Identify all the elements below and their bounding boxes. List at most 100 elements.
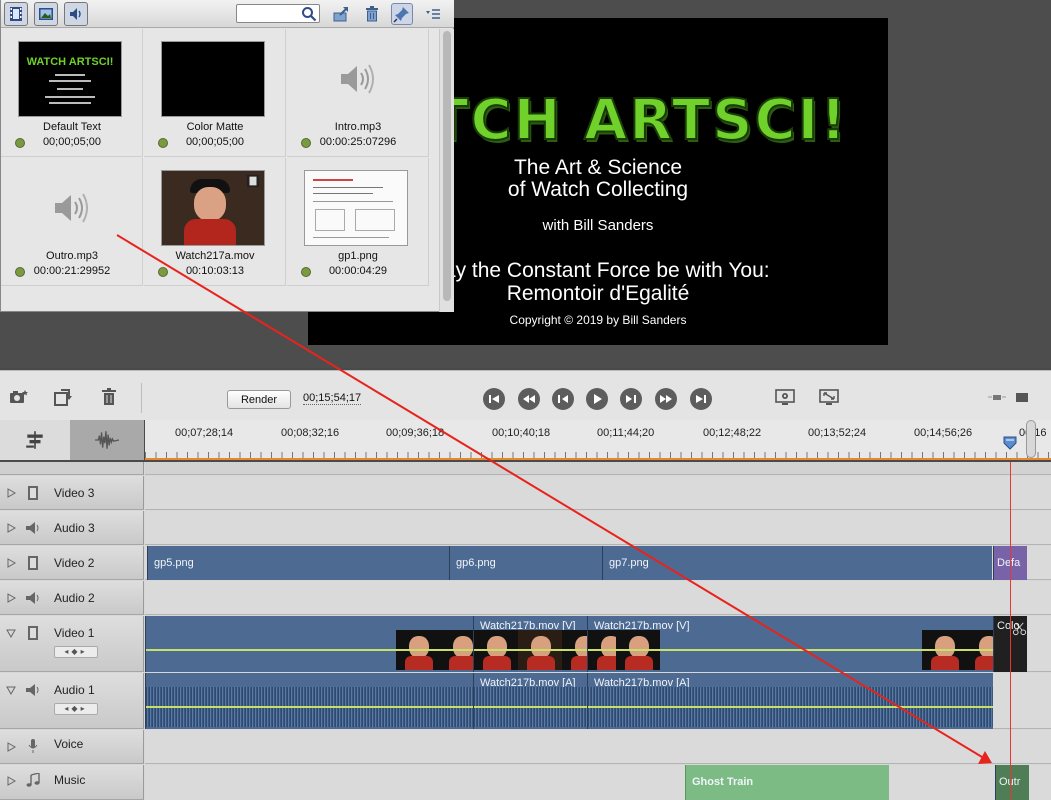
go-to-start-button[interactable]	[483, 388, 505, 410]
timeline-ruler[interactable]: 00;07;28;14 00;08;32;16 00;09;36;18 00;1…	[145, 420, 1051, 460]
rewind-button[interactable]	[518, 388, 540, 410]
image-filter-button[interactable]	[34, 2, 58, 26]
media-item-outro-mp3[interactable]: Outro.mp3 00:00:21:29952	[1, 158, 143, 286]
expand-triangle-icon[interactable]	[6, 558, 16, 568]
lane-audio-3[interactable]	[145, 511, 1051, 545]
ruler-tick-label: 00;11;44;20	[597, 427, 655, 439]
track-view-toggle[interactable]	[0, 420, 70, 460]
expand-triangle-icon[interactable]	[6, 742, 16, 752]
lane-audio-2[interactable]	[145, 581, 1051, 615]
media-item-color-matte[interactable]: Color Matte 00;00;05;00	[144, 29, 286, 157]
search-icon[interactable]	[301, 6, 317, 22]
media-bin-scrollbar[interactable]	[439, 29, 454, 312]
rewind-icon	[523, 395, 535, 403]
media-item-gp1-png[interactable]: gp1.png 00:00:04:29	[287, 158, 429, 286]
current-timecode[interactable]: 00;15;54;17	[303, 392, 362, 405]
speaker-icon	[26, 522, 39, 534]
media-item-name: Color Matte	[186, 121, 244, 133]
expand-triangle-icon[interactable]	[6, 776, 16, 786]
monitor-expand-icon	[819, 389, 839, 405]
media-search-input[interactable]	[240, 6, 304, 24]
keyframe-navigator[interactable]: ◂◆▸	[54, 703, 98, 715]
delete-media-button[interactable]	[361, 3, 383, 25]
playhead-handle[interactable]	[1003, 436, 1017, 450]
trash-icon	[102, 388, 116, 405]
loop-button[interactable]	[52, 387, 74, 407]
step-back-button[interactable]	[552, 388, 574, 410]
pin-button[interactable]	[391, 3, 413, 25]
export-button[interactable]	[330, 3, 352, 25]
clip-gp5[interactable]: gp5.png	[147, 546, 449, 580]
scrollbar-thumb[interactable]	[443, 31, 451, 301]
clip-video-segment[interactable]	[145, 616, 473, 672]
media-thumbnail	[304, 41, 408, 117]
clip-gp6[interactable]: gp6.png	[449, 546, 602, 580]
timeline-toolbar: Render 00;15;54;17	[0, 370, 1051, 420]
track-header-video-1[interactable]: Video 1 ◂◆▸	[0, 616, 144, 672]
scissors-icon[interactable]	[1012, 621, 1027, 636]
media-item-duration: 00:00:04:29	[328, 265, 388, 277]
ruler-tick-label: 00;12;48;22	[703, 427, 762, 439]
trash-icon	[366, 6, 378, 22]
clip-watch217b-a-2[interactable]: Watch217b.mov [A]	[587, 673, 993, 729]
expand-triangle-icon[interactable]	[6, 488, 16, 498]
media-item-watch217a[interactable]: Watch217a.mov 00:10:03:13	[144, 158, 286, 286]
clip-gp7[interactable]: gp7.png	[602, 546, 992, 580]
delete-clip-button[interactable]	[98, 387, 120, 407]
audio-waveform-toggle[interactable]	[70, 420, 144, 460]
lane-video-2[interactable]: gp5.png gp6.png gp7.png Defa	[145, 546, 1051, 580]
filmstrip-icon	[28, 486, 38, 500]
track-header-audio-2[interactable]: Audio 2	[0, 581, 144, 615]
lane-voice[interactable]	[145, 730, 1051, 764]
expand-triangle-icon[interactable]	[6, 523, 16, 533]
audio-filter-button[interactable]	[64, 2, 88, 26]
preview-settings-button[interactable]	[774, 387, 796, 407]
lane-video-1[interactable]: Watch217b.mov [V] Watch217b.mov [V] Colo	[145, 616, 1051, 672]
collapse-triangle-icon[interactable]	[6, 685, 16, 695]
clip-watch217b-a-1[interactable]: Watch217b.mov [A]	[473, 673, 587, 729]
track-header-video-2[interactable]: Video 2	[0, 546, 144, 580]
snapshot-button[interactable]	[8, 387, 30, 407]
track-name: Video 1	[54, 626, 95, 640]
waveform-icon	[95, 431, 120, 449]
track-header-audio-3[interactable]: Audio 3	[0, 511, 144, 545]
track-header-voice[interactable]: Voice	[0, 730, 144, 764]
track-header-video-3[interactable]: Video 3	[0, 476, 144, 510]
lane-audio-1[interactable]: Watch217b.mov [A] Watch217b.mov [A]	[145, 673, 1051, 729]
timeline-zoom-handle[interactable]	[1026, 420, 1036, 458]
clip-watch217b-v-2[interactable]: Watch217b.mov [V]	[587, 616, 993, 672]
clip-outro[interactable]: Outr	[995, 765, 1029, 800]
play-button[interactable]	[586, 388, 608, 410]
keyframe-navigator[interactable]: ◂◆▸	[54, 646, 98, 658]
expand-triangle-icon[interactable]	[6, 593, 16, 603]
clip-label: Ghost Train	[692, 776, 754, 788]
clip-audio-segment[interactable]	[145, 673, 473, 729]
media-thumbnail	[161, 170, 265, 246]
render-button[interactable]: Render	[227, 390, 291, 409]
speaker-icon	[26, 684, 39, 696]
lane-video-3[interactable]	[145, 476, 1051, 510]
clip-ghost-train[interactable]: Ghost Train	[685, 765, 889, 800]
preview-copyright: Copyright © 2019 by Bill Sanders	[509, 313, 687, 327]
clip-watch217b-v-1[interactable]: Watch217b.mov [V]	[473, 616, 587, 672]
video-filter-button[interactable]	[4, 2, 28, 26]
fast-forward-button[interactable]	[655, 388, 677, 410]
list-menu-icon	[426, 9, 440, 19]
bin-view-menu[interactable]	[422, 3, 444, 25]
step-forward-button[interactable]	[620, 388, 642, 410]
clip-label: gp7.png	[609, 557, 649, 569]
zoom-in-button[interactable]	[1011, 387, 1033, 407]
fullscreen-preview-button[interactable]	[818, 387, 840, 407]
media-item-intro-mp3[interactable]: Intro.mp3 00:00:25:07296	[287, 29, 429, 157]
zoom-out-button[interactable]	[986, 387, 1008, 407]
go-to-end-button[interactable]	[690, 388, 712, 410]
lane-music[interactable]: Ghost Train Outr	[145, 765, 1051, 800]
media-search-field[interactable]	[236, 4, 320, 24]
ruler-tick-label: 00;14;56;26	[914, 427, 973, 439]
track-header-music[interactable]: Music	[0, 765, 144, 800]
media-thumbnail	[304, 170, 408, 246]
media-item-default-text[interactable]: WATCH ARTSCI! Default Text 00;00;05;00	[1, 29, 143, 157]
clip-label: Defa	[997, 557, 1021, 569]
collapse-triangle-icon[interactable]	[6, 628, 16, 638]
track-header-audio-1[interactable]: Audio 1 ◂◆▸	[0, 673, 144, 729]
